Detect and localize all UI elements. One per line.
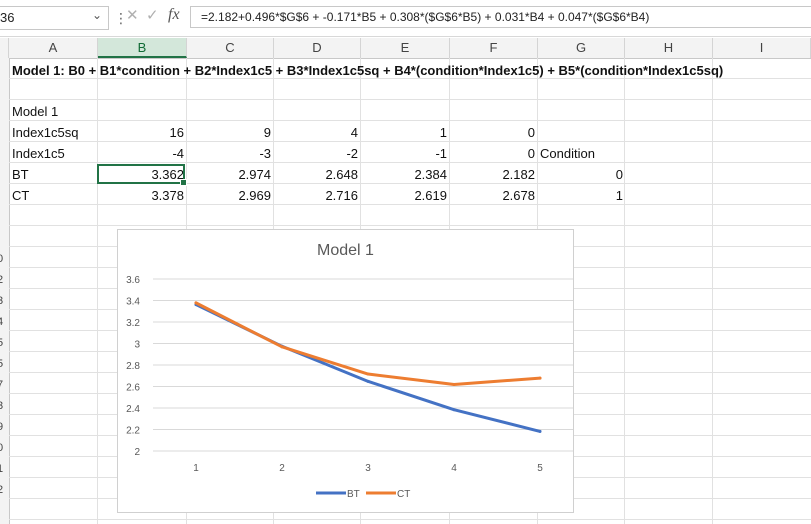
x-tick-label: 5 — [537, 463, 543, 474]
line-chart[interactable]: Model 1 2 2.2 2.4 2.6 2.8 3 3.2 3.4 3.6 1 2 3 4 5 BT CT — [117, 229, 574, 513]
cell-g8[interactable]: 1 — [540, 188, 623, 203]
cell-a2-model-formula[interactable]: Model 1: B0 + B1*condition + B2*Index1c5… — [12, 63, 723, 78]
legend-label-bt: BT — [347, 489, 360, 500]
cell-d8[interactable]: 2.716 — [276, 188, 358, 203]
cell-c6[interactable]: -3 — [189, 146, 271, 161]
column-header-g[interactable]: G — [538, 38, 625, 58]
cell-c7[interactable]: 2.974 — [189, 167, 271, 182]
data-point-bt — [366, 379, 370, 383]
row-number[interactable]: 0 — [0, 442, 3, 454]
column-headers: A B C D E F G H I — [0, 38, 811, 59]
insert-function-icon[interactable]: fx — [168, 6, 180, 24]
data-point-ct — [538, 376, 542, 380]
column-header-d[interactable]: D — [274, 38, 361, 58]
data-point-ct — [280, 345, 284, 349]
cell-d5[interactable]: 4 — [276, 125, 358, 140]
x-tick-label: 2 — [279, 463, 285, 474]
row-number[interactable]: 0 — [0, 253, 3, 265]
y-tick-label: 3.2 — [126, 318, 140, 329]
column-header-b[interactable]: B — [98, 38, 187, 58]
y-tick-label: 3.4 — [126, 297, 140, 308]
chart-plot: 2 2.2 2.4 2.6 2.8 3 3.2 3.4 3.6 1 2 3 4 5 BT CT — [126, 275, 573, 500]
cell-c8[interactable]: 2.969 — [189, 188, 271, 203]
cell-f7[interactable]: 2.182 — [452, 167, 535, 182]
data-point-bt — [452, 408, 456, 412]
column-header-a[interactable]: A — [9, 38, 98, 58]
chevron-down-icon[interactable]: ⌄ — [92, 8, 102, 22]
select-all-corner[interactable] — [0, 38, 9, 58]
y-tick-label: 2.4 — [126, 404, 140, 415]
y-tick-label: 2 — [134, 447, 140, 458]
cell-e6[interactable]: -1 — [363, 146, 447, 161]
active-cell-highlight — [97, 164, 187, 186]
row-number[interactable]: 3 — [0, 295, 3, 307]
cell-b5[interactable]: 16 — [100, 125, 184, 140]
series-line-bt — [194, 303, 542, 433]
row-number[interactable]: 3 — [0, 400, 3, 412]
cell-a4-model-label[interactable]: Model 1 — [12, 104, 58, 119]
cell-a5-label[interactable]: Index1c5sq — [12, 125, 79, 140]
cancel-icon[interactable]: ✕ — [126, 6, 139, 24]
row-number[interactable]: 2 — [0, 274, 3, 286]
cell-d7[interactable]: 2.648 — [276, 167, 358, 182]
fill-handle[interactable] — [180, 179, 187, 186]
x-tick-label: 4 — [451, 463, 457, 474]
row-number[interactable]: 5 — [0, 337, 3, 349]
cell-b6[interactable]: -4 — [100, 146, 184, 161]
y-tick-label: 2.6 — [126, 383, 140, 394]
cell-f6[interactable]: 0 — [452, 146, 535, 161]
y-tick-label: 3 — [134, 340, 140, 351]
column-header-e[interactable]: E — [361, 38, 450, 58]
cell-g7[interactable]: 0 — [540, 167, 623, 182]
column-header-c[interactable]: C — [187, 38, 274, 58]
cell-g6-condition-label[interactable]: Condition — [540, 146, 595, 161]
cell-f5[interactable]: 0 — [452, 125, 535, 140]
column-header-i[interactable]: I — [713, 38, 811, 58]
x-tick-label: 1 — [193, 463, 199, 474]
data-point-ct — [452, 382, 456, 386]
legend-label-ct: CT — [397, 489, 410, 500]
row-number[interactable]: 7 — [0, 379, 3, 391]
row-number[interactable]: 2 — [0, 484, 3, 496]
name-box[interactable]: 36 ⌄ — [0, 6, 109, 30]
y-tick-label: 3.6 — [126, 275, 140, 286]
x-tick-label: 3 — [365, 463, 371, 474]
cell-a8-label[interactable]: CT — [12, 188, 29, 203]
cell-b8[interactable]: 3.378 — [100, 188, 184, 203]
cell-d6[interactable]: -2 — [276, 146, 358, 161]
name-box-value: 36 — [0, 10, 15, 25]
cell-e7[interactable]: 2.384 — [363, 167, 447, 182]
data-point-bt — [538, 429, 542, 433]
data-point-ct — [366, 372, 370, 376]
column-header-f[interactable]: F — [450, 38, 538, 58]
column-header-h[interactable]: H — [625, 38, 713, 58]
cell-a7-label[interactable]: BT — [12, 167, 29, 182]
y-tick-label: 2.2 — [126, 426, 140, 437]
cell-f8[interactable]: 2.678 — [452, 188, 535, 203]
row-number[interactable]: 9 — [0, 421, 3, 433]
formula-bar: 36 ⌄ ⋮ ✕ ✓ fx =2.182+0.496*$G$6 + -0.171… — [0, 0, 811, 37]
cell-e8[interactable]: 2.619 — [363, 188, 447, 203]
cell-a6-label[interactable]: Index1c5 — [12, 146, 65, 161]
cell-c5[interactable]: 9 — [189, 125, 271, 140]
row-number[interactable]: 1 — [0, 463, 3, 475]
y-tick-label: 2.8 — [126, 361, 140, 372]
formula-input[interactable]: =2.182+0.496*$G$6 + -0.171*B5 + 0.308*($… — [190, 6, 811, 28]
cell-e5[interactable]: 1 — [363, 125, 447, 140]
data-point-ct — [194, 301, 198, 305]
row-number[interactable]: 4 — [0, 316, 3, 328]
enter-icon[interactable]: ✓ — [146, 6, 159, 24]
row-number[interactable]: 5 — [0, 358, 3, 370]
